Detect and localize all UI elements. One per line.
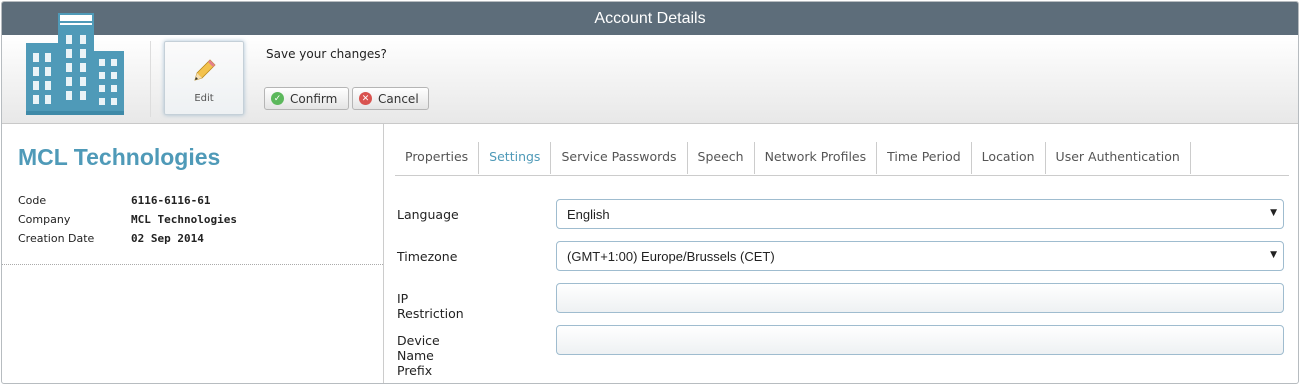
- account-details-list: Code 6116-6116-61 Company MCL Technologi…: [18, 194, 237, 251]
- timezone-select[interactable]: (GMT+1:00) Europe/Brussels (CET) ▼: [556, 241, 1284, 271]
- ip-restriction-input[interactable]: [556, 283, 1284, 313]
- device-name-prefix-label: Device Name Prefix: [397, 333, 440, 378]
- cancel-button[interactable]: ✕ Cancel: [352, 87, 429, 110]
- timezone-value: (GMT+1:00) Europe/Brussels (CET): [567, 249, 775, 264]
- window-title: Account Details: [2, 2, 1298, 35]
- edit-button[interactable]: Edit: [164, 41, 244, 115]
- caret-down-icon: ▼: [1270, 250, 1277, 260]
- account-summary-panel: MCL Technologies Code 6116-6116-61 Compa…: [2, 124, 384, 383]
- tab-user-authentication[interactable]: User Authentication: [1046, 142, 1191, 174]
- language-value: English: [567, 207, 610, 222]
- building-icon: [26, 13, 124, 115]
- device-name-prefix-input[interactable]: [556, 325, 1284, 355]
- tab-service-passwords[interactable]: Service Passwords: [551, 142, 688, 174]
- edit-label: Edit: [194, 93, 214, 104]
- caret-down-icon: ▼: [1270, 208, 1277, 218]
- detail-row-code: Code 6116-6116-61: [18, 194, 237, 213]
- pencil-icon: [194, 59, 216, 81]
- cancel-label: Cancel: [378, 91, 419, 106]
- x-circle-icon: ✕: [359, 92, 372, 105]
- detail-label: Creation Date: [18, 232, 95, 245]
- account-details-window: Account Details Edit Save your changes? …: [1, 1, 1299, 384]
- timezone-label: Timezone: [397, 249, 458, 264]
- tab-bar: Properties Settings Service Passwords Sp…: [395, 142, 1289, 176]
- check-circle-icon: ✓: [271, 92, 284, 105]
- detail-value: 6116-6116-61: [131, 194, 211, 207]
- detail-row-creation-date: Creation Date 02 Sep 2014: [18, 232, 237, 251]
- toolbar: Edit Save your changes? ✓ Confirm ✕ Canc…: [2, 13, 1298, 124]
- detail-label: Code: [18, 194, 47, 207]
- company-name: MCL Technologies: [18, 144, 221, 170]
- detail-value: MCL Technologies: [131, 213, 237, 226]
- tab-properties[interactable]: Properties: [395, 142, 480, 174]
- confirm-label: Confirm: [290, 91, 338, 106]
- tab-time-period[interactable]: Time Period: [877, 142, 972, 174]
- tab-network-profiles[interactable]: Network Profiles: [755, 142, 878, 174]
- detail-value: 02 Sep 2014: [131, 232, 204, 245]
- detail-label: Company: [18, 213, 71, 226]
- tab-location[interactable]: Location: [972, 142, 1046, 174]
- ip-restriction-label: IP Restriction: [397, 291, 464, 321]
- panel-divider: [2, 264, 383, 265]
- confirm-button[interactable]: ✓ Confirm: [264, 87, 349, 110]
- save-prompt: Save your changes?: [266, 47, 387, 61]
- tab-speech[interactable]: Speech: [688, 142, 755, 174]
- detail-row-company: Company MCL Technologies: [18, 213, 237, 232]
- language-label: Language: [397, 207, 459, 222]
- toolbar-divider: [150, 41, 151, 117]
- tab-settings[interactable]: Settings: [479, 142, 552, 174]
- language-select[interactable]: English ▼: [556, 199, 1284, 229]
